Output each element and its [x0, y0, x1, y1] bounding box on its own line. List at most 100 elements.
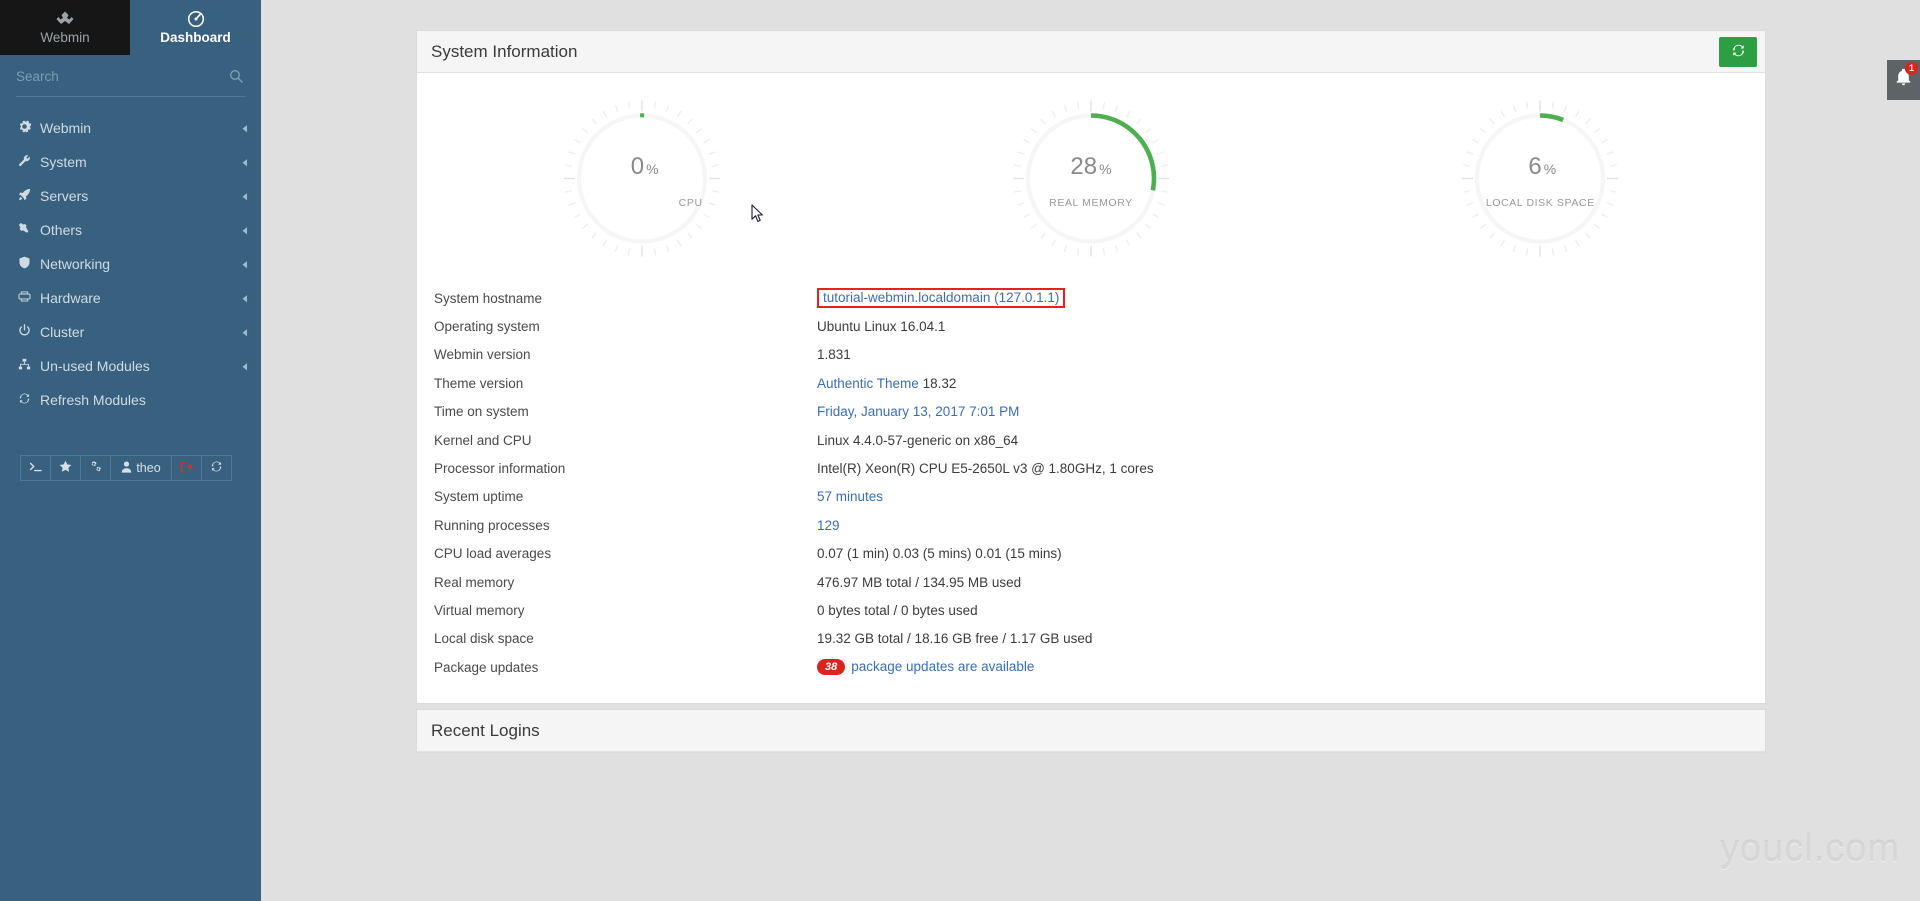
gauge-cpu-value: 0%: [630, 153, 659, 180]
chevron-left-icon: ◂: [242, 289, 247, 306]
dashboard-gauge-icon: [187, 10, 205, 29]
user-button[interactable]: theo: [110, 455, 172, 481]
gear-icon: [18, 120, 40, 136]
notifications-tab[interactable]: 1: [1887, 60, 1920, 100]
webmin-dashboard: Webmin Dashboard Search Webmin ◂ System …: [0, 0, 1920, 901]
table-row: Running processes 129: [417, 511, 1765, 539]
star-icon: [59, 460, 72, 476]
info-label: Theme version: [434, 375, 524, 391]
theme-config-button[interactable]: [80, 455, 111, 481]
sidebar-nav: Webmin ◂ System ◂ Servers ◂ Others ◂ Net…: [0, 111, 261, 417]
info-value[interactable]: 129: [817, 518, 840, 533]
resource-gauges: 0% CPU 28% REAL MEMORY 6 % LOCAL DISK SP…: [417, 73, 1765, 278]
terminal-button[interactable]: [20, 455, 51, 481]
info-label: Virtual memory: [434, 602, 525, 618]
table-row: Processor information Intel(R) Xeon(R) CP…: [417, 454, 1765, 482]
gauge-real-memory: 28% REAL MEMORY: [866, 87, 1315, 272]
logout-button[interactable]: [171, 455, 202, 481]
info-value: 476.97 MB total / 134.95 MB used: [817, 574, 1022, 590]
table-row: Real memory 476.97 MB total / 134.95 MB u…: [417, 568, 1765, 596]
info-value: 1.831: [817, 347, 851, 363]
search-container: [16, 67, 245, 97]
info-value[interactable]: tutorial-webmin.localdomain (127.0.1.1): [817, 288, 1066, 309]
sidebar-item-un-used-modules[interactable]: Un-used Modules ◂: [0, 349, 261, 383]
chevron-left-icon: ◂: [242, 221, 247, 238]
sidebar-item-refresh-modules[interactable]: Refresh Modules: [0, 383, 261, 417]
refresh-button[interactable]: [201, 455, 232, 481]
sidebar-item-label: Networking: [40, 256, 111, 272]
mouse-cursor: [751, 204, 765, 229]
table-row: Kernel and CPU Linux 4.4.0-57-generic on …: [417, 426, 1765, 454]
shield-icon: [18, 256, 40, 272]
info-value[interactable]: Friday, January 13, 2017 7:01 PM: [817, 404, 1019, 419]
refresh-icon: [1731, 43, 1746, 62]
theme-version-number: 18.32: [918, 375, 957, 391]
sidebar-item-label: Hardware: [40, 290, 101, 306]
theme-link[interactable]: Authentic Theme: [817, 376, 919, 391]
info-label: Package updates: [434, 659, 539, 675]
info-value[interactable]: Authentic Theme 18.32: [817, 376, 956, 391]
chevron-left-icon: ◂: [242, 255, 247, 272]
table-row: CPU load averages 0.07 (1 min) 0.03 (5 mi…: [417, 540, 1765, 568]
chevron-left-icon: ◂: [242, 357, 247, 374]
search-icon[interactable]: [229, 69, 243, 86]
info-label: Webmin version: [434, 347, 531, 363]
hostname-link[interactable]: tutorial-webmin.localdomain (127.0.1.1): [817, 288, 1066, 309]
sidebar-item-servers[interactable]: Servers ◂: [0, 179, 261, 213]
sidebar-item-system[interactable]: System ◂: [0, 145, 261, 179]
printer-icon: [18, 290, 40, 306]
status-badge: 38: [817, 659, 846, 676]
sidebar-item-label: Others: [40, 222, 83, 238]
package-updates-link[interactable]: package updates are available: [851, 659, 1034, 674]
chevron-left-icon: ◂: [242, 187, 247, 204]
brand-webmin[interactable]: Webmin: [0, 0, 130, 55]
chevron-left-icon: ◂: [242, 323, 247, 340]
brand-dashboard[interactable]: Dashboard: [130, 0, 261, 55]
table-row: Webmin version 1.831: [417, 341, 1765, 369]
table-row: Time on system Friday, January 13, 2017 7…: [417, 398, 1765, 426]
info-label: CPU load averages: [434, 546, 552, 562]
system-information-panel: System Information 0% CPU 28 % REAL MEMO…: [416, 30, 1766, 705]
gauge-real-memory-label: REAL MEMORY: [1049, 197, 1133, 209]
notification-count-badge: 1: [1904, 62, 1918, 75]
sidebar-item-label: Servers: [40, 188, 89, 204]
sidebar-item-cluster[interactable]: Cluster ◂: [0, 315, 261, 349]
value-link[interactable]: 57 minutes: [817, 489, 883, 504]
chevron-left-icon: ◂: [242, 119, 247, 136]
terminal-icon: [29, 461, 43, 476]
sidebar-item-others[interactable]: Others ◂: [0, 213, 261, 247]
sidebar-item-networking[interactable]: Networking ◂: [0, 247, 261, 281]
brand-dashboard-label: Dashboard: [160, 30, 231, 45]
system-info-table: System hostname tutorial-webmin.localdoma…: [417, 278, 1765, 703]
user-name-label: theo: [136, 461, 161, 475]
value-link[interactable]: Friday, January 13, 2017 7:01 PM: [817, 404, 1019, 419]
main-content: System Information 0% CPU 28 % REAL MEMO…: [261, 0, 1920, 901]
user-icon: [121, 461, 132, 476]
sidebar-item-label: Webmin: [40, 120, 92, 136]
table-row: Operating system Ubuntu Linux 16.04.1: [417, 312, 1765, 340]
search-input[interactable]: [16, 67, 245, 90]
hammer-icon: [18, 222, 40, 238]
info-value[interactable]: 38 package updates are available: [817, 659, 1034, 676]
table-row: Virtual memory 0 bytes total / 0 bytes us…: [417, 596, 1765, 624]
info-label: Real memory: [434, 574, 515, 590]
gauge-local-disk-space-value: 6%: [1528, 153, 1557, 180]
sidebar-item-webmin[interactable]: Webmin ◂: [0, 111, 261, 145]
info-label: System hostname: [434, 290, 543, 306]
favorites-button[interactable]: [50, 455, 81, 481]
sidebar-item-hardware[interactable]: Hardware ◂: [0, 281, 261, 315]
sidebar-item-label: Cluster: [40, 324, 85, 340]
info-value[interactable]: 57 minutes: [817, 489, 883, 504]
sitemap-icon: [18, 358, 40, 374]
info-value: 0.07 (1 min) 0.03 (5 mins) 0.01 (15 mins…: [817, 546, 1062, 562]
sidebar: Webmin Dashboard Search Webmin ◂ System …: [0, 0, 261, 901]
panel-refresh-button[interactable]: [1719, 37, 1757, 67]
info-label: Processor information: [434, 461, 566, 477]
info-label: Running processes: [434, 517, 550, 533]
refresh-icon: [18, 392, 40, 408]
sidebar-item-label: Un-used Modules: [40, 358, 150, 374]
logout-icon: [180, 460, 193, 476]
info-label: Operating system: [434, 319, 540, 335]
panel-header: System Information: [417, 31, 1765, 73]
value-link[interactable]: 129: [817, 518, 840, 533]
